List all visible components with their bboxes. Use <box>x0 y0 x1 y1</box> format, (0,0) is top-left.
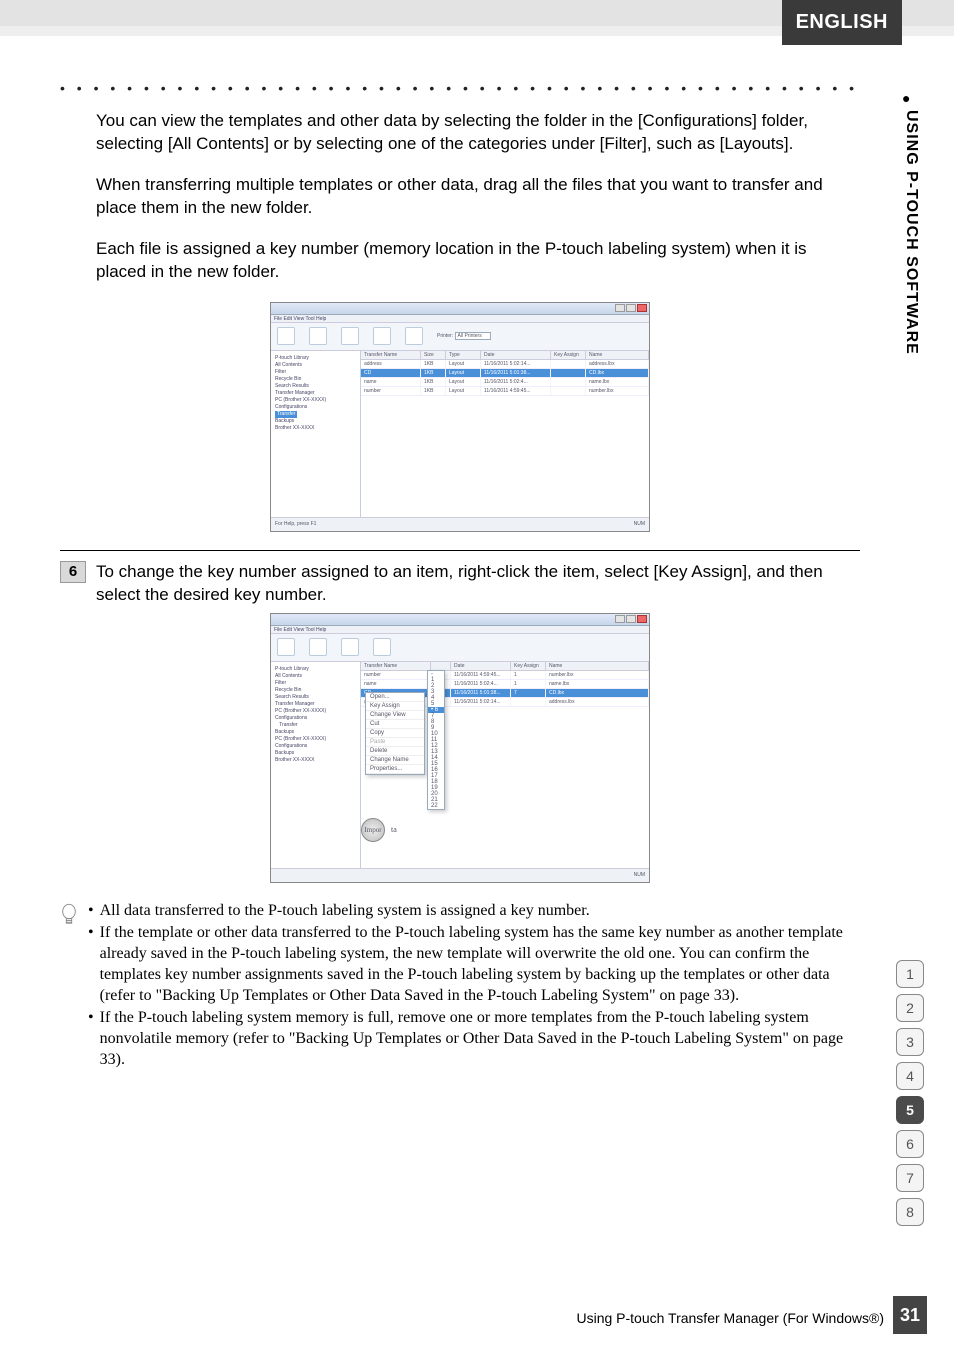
paragraph-1: You can view the templates and other dat… <box>60 110 860 156</box>
import-disc-icon: Impor <box>361 818 385 842</box>
chapter-tab-7[interactable]: 7 <box>896 1164 924 1192</box>
chapter-tab-4[interactable]: 4 <box>896 1062 924 1090</box>
dotted-rule: • • • • • • • • • • • • • • • • • • • • … <box>60 80 860 96</box>
note-3: If the P-touch labeling system memory is… <box>100 1008 860 1070</box>
chapter-tab-3[interactable]: 3 <box>896 1028 924 1056</box>
step-6: 6 To change the key number assigned to a… <box>60 550 860 607</box>
chapter-tab-1[interactable]: 1 <box>896 960 924 988</box>
page-number: 31 <box>893 1296 927 1334</box>
step-text: To change the key number assigned to an … <box>96 561 860 607</box>
close-icon <box>637 304 647 312</box>
context-menu: Open... Key Assign Change View Cut Copy … <box>365 692 425 775</box>
selected-tree-node: Transfer <box>275 411 297 418</box>
side-section-label: ● USING P-TOUCH SOFTWARE <box>902 90 922 355</box>
note-2: If the template or other data transferre… <box>100 923 860 1006</box>
file-list: Transfer Name Size Type Date Key Assign … <box>361 351 649 517</box>
paragraph-3: Each file is assigned a key number (memo… <box>60 238 860 284</box>
window-titlebar <box>271 303 649 315</box>
footer-text: Using P-touch Transfer Manager (For Wind… <box>576 1310 884 1326</box>
note-block: •All data transferred to the P-touch lab… <box>60 901 860 1073</box>
screenshot-transfer-manager-1: File Edit View Tool Help Printer: All Pr… <box>270 302 650 532</box>
maximize-icon <box>626 304 636 312</box>
chapter-tab-6[interactable]: 6 <box>896 1130 924 1158</box>
chapter-tab-5[interactable]: 5 <box>896 1096 924 1124</box>
step-number: 6 <box>60 561 86 583</box>
open-icon <box>341 327 359 345</box>
toolbar: Printer: All Printers <box>271 323 649 351</box>
printer-label: Printer: All Printers <box>437 333 491 339</box>
language-tag: ENGLISH <box>782 0 902 45</box>
screenshot-transfer-manager-2: File Edit View Tool Help P-touch Library… <box>270 613 650 883</box>
search-icon <box>373 327 391 345</box>
lightbulb-icon <box>60 903 80 1073</box>
folder-tree: P-touch Library All Contents Filter Recy… <box>271 351 361 517</box>
transfer-icon <box>277 327 295 345</box>
import-suffix: ta <box>391 825 397 834</box>
chapter-tab-2[interactable]: 2 <box>896 994 924 1022</box>
key-assign-submenu: - 1 2 3 4 5 • 6 7 8 9 10 11 12 13 14 15 <box>427 670 445 810</box>
menu-bar: File Edit View Tool Help <box>271 315 649 323</box>
minimize-icon <box>615 304 625 312</box>
chapter-tab-8[interactable]: 8 <box>896 1198 924 1226</box>
note-1: All data transferred to the P-touch labe… <box>100 901 590 922</box>
display-style-icon <box>405 327 423 345</box>
main-content: • • • • • • • • • • • • • • • • • • • • … <box>60 80 860 1073</box>
backup-icon <box>309 327 327 345</box>
chapter-tabs: 1 2 3 4 5 6 7 8 <box>896 960 924 1226</box>
paragraph-2: When transferring multiple templates or … <box>60 174 860 220</box>
